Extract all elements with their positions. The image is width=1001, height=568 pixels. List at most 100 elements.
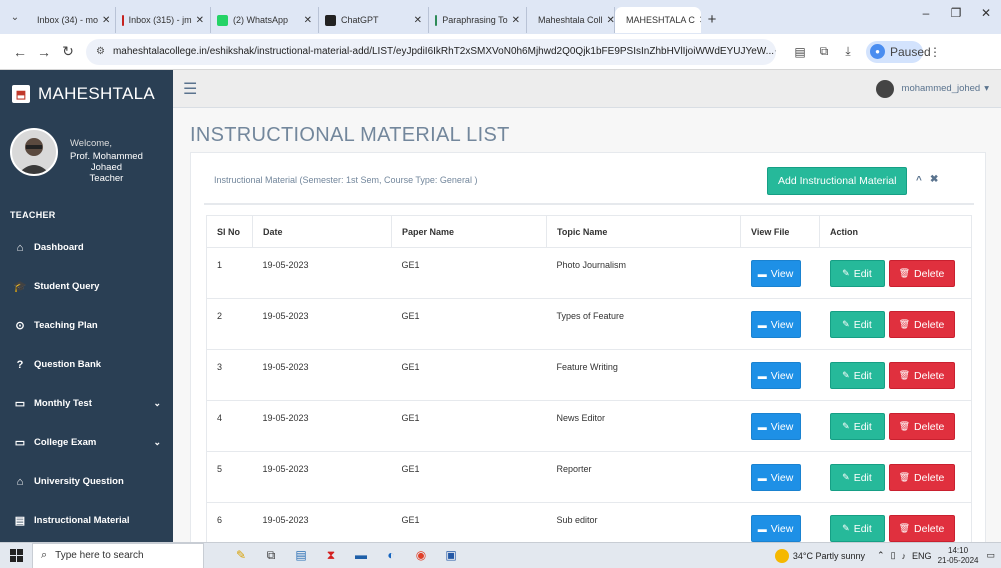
profile-name-line1: Prof. Mohammed [70,151,143,162]
minimize-icon[interactable]: – [911,6,941,20]
trash-icon: 🗑 [898,319,911,329]
clock[interactable]: 14:10 21-05-2024 [938,546,979,566]
taskbar-search[interactable]: ⌕ Type here to search [32,542,204,568]
browser-tab[interactable]: Paraphrasing To ✕ [429,7,527,33]
cell-topic-name: Feature Writing [546,349,741,401]
university-icon: ⌂ [16,475,24,488]
browser-menu-icon[interactable]: ⋮ [923,45,947,59]
sidebar-item-dashboard[interactable]: ⌂ Dashboard [0,228,173,267]
file-explorer-icon[interactable]: ▤ [286,548,316,563]
sidebar-item-instructional-material[interactable]: ▤ Instructional Material [0,501,173,540]
sidebar-item-monthly-test[interactable]: ▭ Monthly Test ⌄ [0,384,173,423]
task-view-icon[interactable]: ⧉ [256,548,286,563]
browser-tab[interactable]: Inbox (315) - jm ✕ [116,7,211,33]
close-panel-icon[interactable]: ✖ [930,174,938,185]
profile-paused-button[interactable]: ● Paused [866,40,931,63]
close-tab-icon[interactable]: ✕ [300,15,312,26]
close-tab-icon[interactable]: ✕ [410,15,422,26]
back-icon[interactable]: ← [8,44,32,60]
chevron-down-icon: ▾ [984,83,989,94]
edit-button[interactable]: ✎ Edit [829,464,885,491]
sidebar-item-student-query[interactable]: 🎓 Student Query [0,267,173,306]
view-button-label: View [770,369,794,382]
browser-tab[interactable]: Inbox (34) - mo ✕ [26,7,116,33]
view-button[interactable]: ▬ View [750,464,801,491]
view-button[interactable]: ▬ View [750,260,801,287]
restore-icon[interactable]: ❐ [941,6,971,20]
tab-search-icon[interactable]: ⌄ [4,6,26,28]
collapse-icon[interactable]: ^ [916,175,922,186]
add-instructional-material-button[interactable]: Add Instructional Material [767,167,908,195]
pencil-icon: ✎ [842,370,850,380]
file-icon: ▤ [14,515,26,527]
windows-start-icon[interactable] [0,549,32,562]
site-info-icon[interactable]: ⚙ [96,46,105,57]
cell-date: 19-05-2023 [252,451,392,503]
url-text: maheshtalacollege.in/eshikshak/instructi… [112,46,775,57]
acrobat-icon[interactable]: ⧗ [316,548,346,563]
reload-icon[interactable]: ↻ [56,43,80,60]
view-button[interactable]: ▬ View [750,311,801,338]
notifications-icon[interactable]: ▭ [986,550,995,561]
edit-button[interactable]: ✎ Edit [829,260,885,287]
tray-chevron-icon[interactable]: ⌃ [877,550,885,561]
view-button[interactable]: ▬ View [750,515,801,542]
forward-icon[interactable]: → [32,44,56,60]
chrome-icon[interactable]: ◉ [406,548,436,563]
edit-button[interactable]: ✎ Edit [829,515,885,542]
cell-sl-no: 2 [206,298,253,350]
sidebar-item-label: Teaching Plan [34,320,98,331]
folder-icon: ▬ [757,523,767,534]
browser-tab[interactable]: ChatGPT ✕ [319,7,429,33]
close-tab-icon[interactable]: ✕ [98,15,110,26]
system-tray: 34°C Partly sunny ⌃ ▯ ♪ ENG 14:10 21-05-… [774,546,995,566]
network-icon[interactable]: ▯ [891,550,896,561]
close-window-icon[interactable]: ✕ [971,6,1001,20]
delete-button[interactable]: 🗑 Delete [888,260,955,287]
download-icon[interactable]: ⤓ [836,44,860,59]
view-button[interactable]: ▬ View [750,362,801,389]
edit-button[interactable]: ✎ Edit [829,311,885,338]
weather-widget[interactable]: 34°C Partly sunny [774,548,865,563]
delete-button[interactable]: 🗑 Delete [888,311,955,338]
sidebar-item-teaching-plan[interactable]: ⊙ Teaching Plan [0,306,173,345]
sidebar-item-college-exam[interactable]: ▭ College Exam ⌄ [0,423,173,462]
speaker-icon[interactable]: ♪ [902,551,907,561]
close-tab-icon[interactable]: ✕ [603,15,614,26]
close-tab-icon[interactable]: ✕ [192,15,204,26]
delete-button[interactable]: 🗑 Delete [888,362,955,389]
delete-button[interactable]: 🗑 Delete [888,464,955,491]
delete-button[interactable]: 🗑 Delete [888,413,955,440]
clock-date: 21-05-2024 [937,555,979,565]
address-bar[interactable]: ⚙ maheshtalacollege.in/eshikshak/instruc… [86,38,776,65]
browser-tab[interactable]: (2) WhatsApp ✕ [211,7,319,33]
bookmark-star-icon[interactable]: ☆ [774,45,776,59]
delete-button-label: Delete [914,522,945,535]
language-indicator[interactable]: ENG [912,551,932,561]
new-tab-button[interactable]: + [701,11,723,28]
col-view-file: View File [740,215,820,248]
reading-list-icon[interactable]: ▤ [788,45,812,59]
sidebar-item-university-question[interactable]: ⌂ University Question [0,462,173,501]
browser-tab-label: MAHESHTALA C [626,15,695,25]
app-icon-blue[interactable]: ◐ [376,548,406,563]
delete-button[interactable]: 🗑 Delete [888,515,955,542]
browser-tab[interactable]: Maheshtala Coll ✕ [527,7,615,33]
user-menu[interactable]: mohammed_johed ▾ [875,79,989,98]
cell-date: 19-05-2023 [252,400,392,452]
col-date: Date [252,215,392,248]
view-button[interactable]: ▬ View [750,413,801,440]
edit-button[interactable]: ✎ Edit [829,362,885,389]
menu-toggle-icon[interactable]: ☰ [183,79,197,99]
paint-app-icon[interactable]: ✎ [226,548,256,563]
brand[interactable]: ⬒ MAHESHTALA [0,70,173,118]
quillbot-icon [435,14,438,26]
explorer-folder-icon[interactable]: ▬ [346,548,376,563]
edit-button[interactable]: ✎ Edit [829,413,885,440]
extensions-icon[interactable]: ⧉ [812,44,836,59]
browser-tab[interactable]: MAHESHTALA C✕ [615,7,701,33]
close-tab-icon[interactable]: ✕ [508,15,520,26]
sidebar-item-question-bank[interactable]: ? Question Bank [0,345,173,384]
photos-app-icon[interactable]: ▣ [436,548,466,563]
cell-view-file: ▬ View [740,400,820,452]
